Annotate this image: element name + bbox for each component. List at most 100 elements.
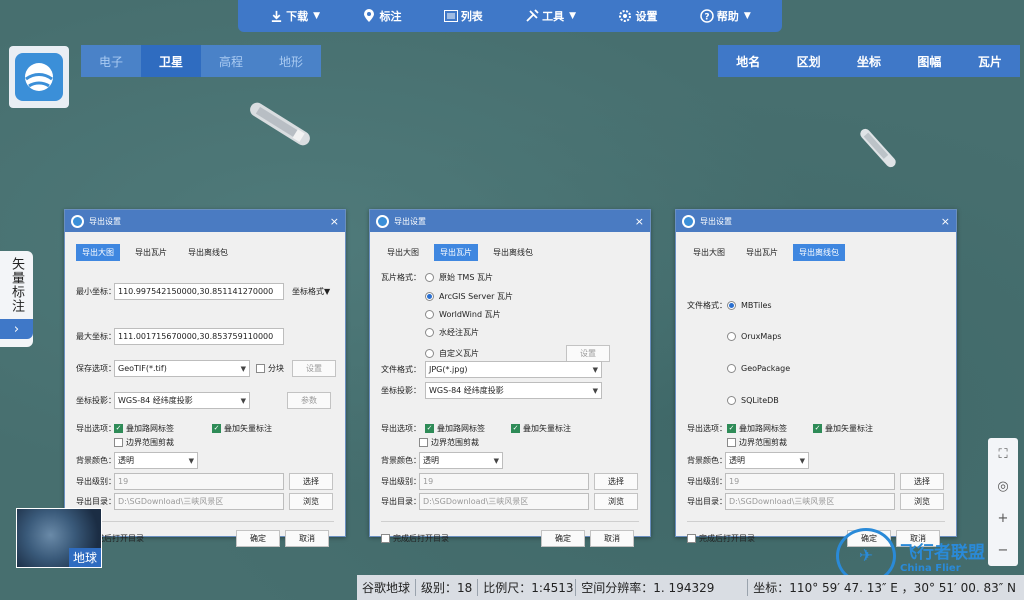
export-options-label: 导出选项：	[381, 424, 421, 433]
boundary-clip-checkbox[interactable]	[727, 438, 736, 447]
export-dialog-offline: 导出设置 × 导出大图 导出瓦片 导出离线包 文件格式： MBTiles Oru…	[675, 209, 957, 547]
mark-menu[interactable]: 标注	[362, 8, 401, 24]
road-label-text: 叠加路网标签	[739, 424, 787, 433]
open-after-checkbox[interactable]	[381, 534, 390, 543]
chevron-right-icon[interactable]: ›	[0, 319, 33, 339]
fullscreen-icon[interactable]: ⛶	[998, 447, 1007, 462]
nav-tile[interactable]: 瓦片	[960, 45, 1020, 77]
nav-district[interactable]: 区划	[778, 45, 838, 77]
vector-label-checkbox[interactable]	[511, 424, 520, 433]
package-format-radio[interactable]	[727, 332, 736, 341]
vector-label-tab[interactable]: 矢量标注 ›	[0, 251, 33, 347]
earth-view-button[interactable]: 地球	[16, 508, 102, 568]
tile-format-radio[interactable]	[425, 273, 434, 282]
map-type-terrain[interactable]: 地形	[261, 45, 321, 77]
list-icon	[443, 9, 458, 23]
file-format-select[interactable]: JPG(*.jpg) ▼	[425, 361, 602, 378]
package-format-radio[interactable]	[727, 364, 736, 373]
bg-color-select[interactable]: 透明 ▼	[114, 452, 198, 469]
road-label-text: 叠加路网标签	[126, 424, 174, 433]
vector-label-text: 叠加矢量标注	[523, 424, 571, 433]
tab-export-image[interactable]: 导出大图	[687, 244, 731, 261]
vector-label-checkbox[interactable]	[813, 424, 822, 433]
settings-button[interactable]: 设置	[566, 345, 610, 362]
settings-menu[interactable]: 设置	[618, 8, 657, 24]
tab-export-tiles[interactable]: 导出瓦片	[129, 244, 173, 261]
road-label-checkbox[interactable]	[425, 424, 434, 433]
tab-export-image[interactable]: 导出大图	[381, 244, 425, 261]
boundary-clip-checkbox[interactable]	[114, 438, 123, 447]
projection-select[interactable]: WGS-84 经纬度投影 ▼	[114, 392, 250, 409]
browse-button[interactable]: 浏览	[900, 493, 944, 510]
select-button[interactable]: 选择	[900, 473, 944, 490]
open-after-checkbox[interactable]	[687, 534, 696, 543]
zoom-in-icon[interactable]: +	[998, 511, 1009, 526]
list-menu[interactable]: 列表	[443, 8, 483, 24]
projection-value: WGS-84 经纬度投影	[118, 396, 193, 405]
locate-icon[interactable]: ◎	[997, 479, 1008, 494]
bg-color-select[interactable]: 透明 ▼	[725, 452, 809, 469]
nav-place-name[interactable]: 地名	[718, 45, 778, 77]
download-menu[interactable]: 下载 ▼	[269, 8, 320, 24]
vector-label-checkbox[interactable]	[212, 424, 221, 433]
tab-export-offline[interactable]: 导出离线包	[793, 244, 845, 261]
tab-export-tiles[interactable]: 导出瓦片	[434, 244, 478, 261]
split-checkbox[interactable]	[256, 364, 265, 373]
browse-button[interactable]: 浏览	[594, 493, 638, 510]
location-pin-icon	[362, 9, 376, 23]
close-icon[interactable]: ×	[941, 215, 950, 228]
browse-button[interactable]: 浏览	[289, 493, 333, 510]
tab-export-offline[interactable]: 导出离线包	[487, 244, 539, 261]
nav-coordinate[interactable]: 坐标	[839, 45, 899, 77]
export-dir-input[interactable]: D:\SGDownload\三峡风景区	[419, 493, 589, 510]
divider	[76, 521, 334, 522]
boundary-clip-text: 边界范围剪裁	[431, 438, 479, 447]
settings-button[interactable]: 设置	[292, 360, 336, 377]
max-coord-input[interactable]: 111.001715670000,30.853759110000	[114, 328, 284, 345]
tab-export-tiles[interactable]: 导出瓦片	[740, 244, 784, 261]
open-after-text: 完成后打开目录	[699, 534, 755, 543]
tools-icon	[525, 9, 539, 23]
ok-button[interactable]: 确定	[541, 530, 585, 547]
tools-menu[interactable]: 工具 ▼	[525, 8, 576, 24]
tile-format-option: ArcGIS Server 瓦片	[439, 292, 513, 301]
map-type-elevation[interactable]: 高程	[201, 45, 261, 77]
map-type-satellite[interactable]: 卫星	[141, 45, 201, 77]
tile-format-radio[interactable]	[425, 349, 434, 358]
nav-map-sheet[interactable]: 图幅	[899, 45, 959, 77]
road-label-checkbox[interactable]	[114, 424, 123, 433]
package-format-radio[interactable]	[727, 396, 736, 405]
export-level-input[interactable]: 19	[419, 473, 589, 490]
tile-format-radio[interactable]	[425, 328, 434, 337]
list-label: 列表	[460, 10, 483, 23]
export-level-input[interactable]: 19	[114, 473, 284, 490]
map-type-electronic[interactable]: 电子	[81, 45, 141, 77]
projection-select[interactable]: WGS-84 经纬度投影 ▼	[425, 382, 602, 399]
tab-export-offline[interactable]: 导出离线包	[182, 244, 234, 261]
save-format-select[interactable]: GeoTIF(*.tif) ▼	[114, 360, 250, 377]
open-after-text: 完成后打开目录	[393, 534, 449, 543]
boundary-clip-checkbox[interactable]	[419, 438, 428, 447]
package-format-radio[interactable]	[727, 301, 736, 310]
export-dir-input[interactable]: D:\SGDownload\三峡风景区	[114, 493, 284, 510]
cancel-button[interactable]: 取消	[590, 530, 634, 547]
tab-export-image[interactable]: 导出大图	[76, 244, 120, 261]
export-dir-input[interactable]: D:\SGDownload\三峡风景区	[725, 493, 895, 510]
select-button[interactable]: 选择	[594, 473, 638, 490]
select-button[interactable]: 选择	[289, 473, 333, 490]
coord-format-dropdown[interactable]: 坐标格式▼	[292, 286, 330, 297]
close-icon[interactable]: ×	[330, 215, 339, 228]
ok-button[interactable]: 确定	[236, 530, 280, 547]
cancel-button[interactable]: 取消	[285, 530, 329, 547]
export-level-label: 导出级别：	[687, 477, 727, 486]
help-icon: ?	[700, 9, 714, 23]
min-coord-input[interactable]: 110.997542150000,30.851141270000	[114, 283, 284, 300]
export-level-input[interactable]: 19	[725, 473, 895, 490]
params-button[interactable]: 参数	[287, 392, 331, 409]
road-label-checkbox[interactable]	[727, 424, 736, 433]
close-icon[interactable]: ×	[635, 215, 644, 228]
tile-format-radio[interactable]	[425, 292, 434, 301]
bg-color-select[interactable]: 透明 ▼	[419, 452, 503, 469]
tile-format-radio[interactable]	[425, 310, 434, 319]
help-menu[interactable]: ? 帮助 ▼	[700, 8, 751, 24]
